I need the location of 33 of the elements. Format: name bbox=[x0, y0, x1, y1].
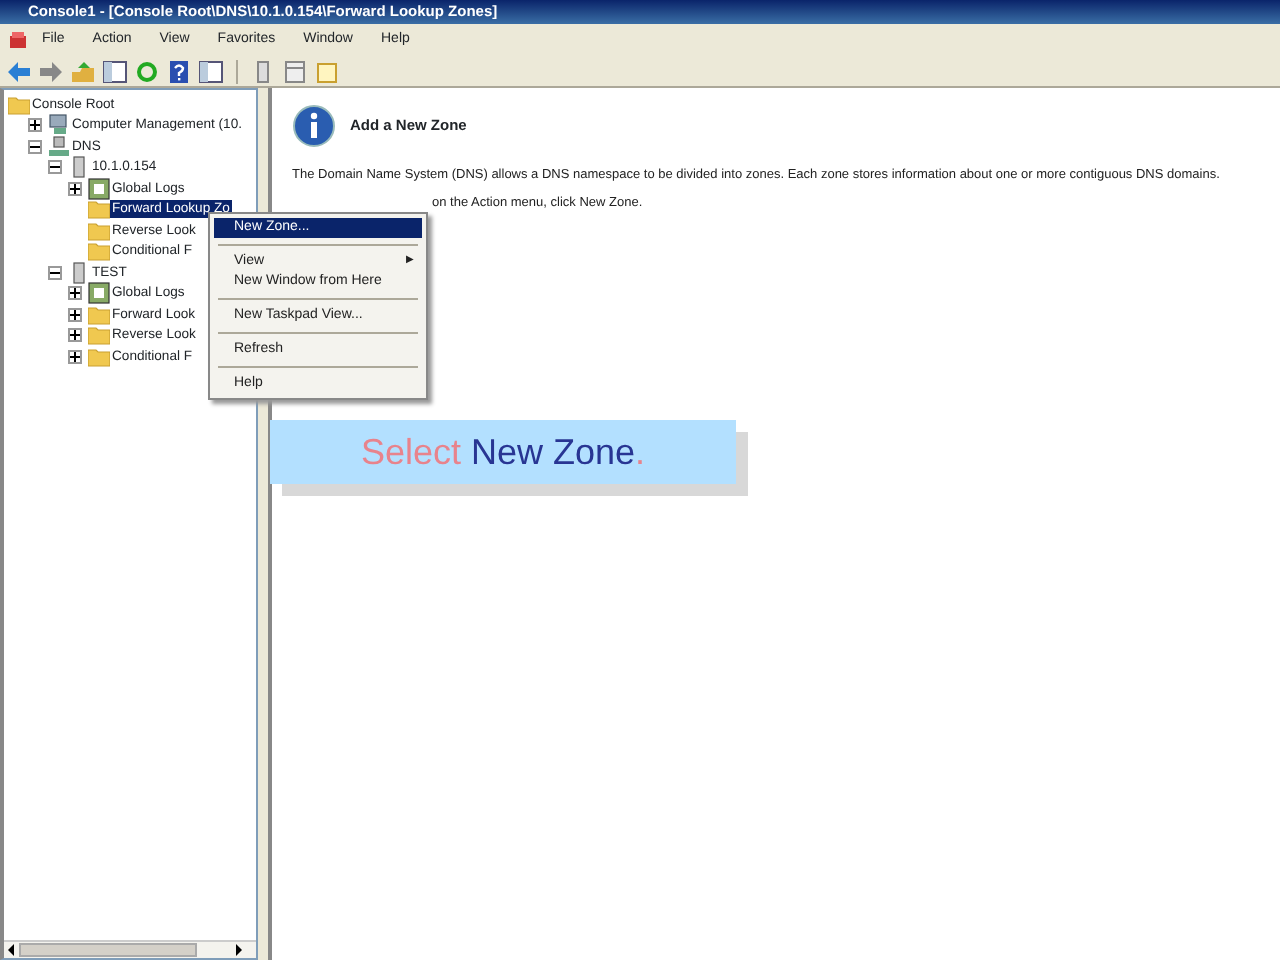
folder-icon bbox=[88, 345, 110, 368]
expand-toggle[interactable] bbox=[68, 181, 82, 196]
collapse-toggle[interactable] bbox=[28, 139, 42, 154]
expand-toggle[interactable] bbox=[68, 286, 82, 301]
log-icon bbox=[88, 177, 110, 200]
server-icon bbox=[68, 261, 90, 284]
expand-toggle[interactable] bbox=[68, 349, 82, 364]
folder-icon bbox=[88, 324, 110, 347]
server-icon bbox=[68, 156, 90, 179]
folder-icon bbox=[88, 219, 110, 242]
expand-toggle[interactable] bbox=[68, 307, 82, 322]
help-icon[interactable] bbox=[166, 59, 192, 83]
horizontal-scrollbar[interactable] bbox=[4, 940, 256, 958]
collapse-toggle[interactable] bbox=[48, 265, 62, 280]
caption-text: . bbox=[635, 429, 646, 475]
folder-icon bbox=[88, 240, 110, 263]
caption-text: Select bbox=[360, 429, 461, 475]
folder-icon bbox=[88, 303, 110, 326]
computer-icon bbox=[48, 114, 70, 137]
forward-arrow-icon[interactable] bbox=[38, 59, 64, 83]
log-icon bbox=[88, 282, 110, 305]
server-icon bbox=[48, 135, 70, 158]
back-arrow-icon[interactable] bbox=[6, 59, 32, 83]
expand-toggle[interactable] bbox=[68, 328, 82, 343]
collapse-toggle[interactable] bbox=[48, 160, 62, 175]
pane-icon[interactable] bbox=[102, 59, 128, 83]
folder-icon bbox=[8, 93, 30, 116]
list-icon[interactable] bbox=[282, 59, 308, 83]
info-icon bbox=[292, 104, 336, 148]
caption-text: New Zone bbox=[470, 429, 636, 475]
app-icon[interactable] bbox=[8, 30, 28, 50]
expand-toggle[interactable] bbox=[28, 118, 42, 133]
pane-icon[interactable] bbox=[198, 59, 224, 83]
